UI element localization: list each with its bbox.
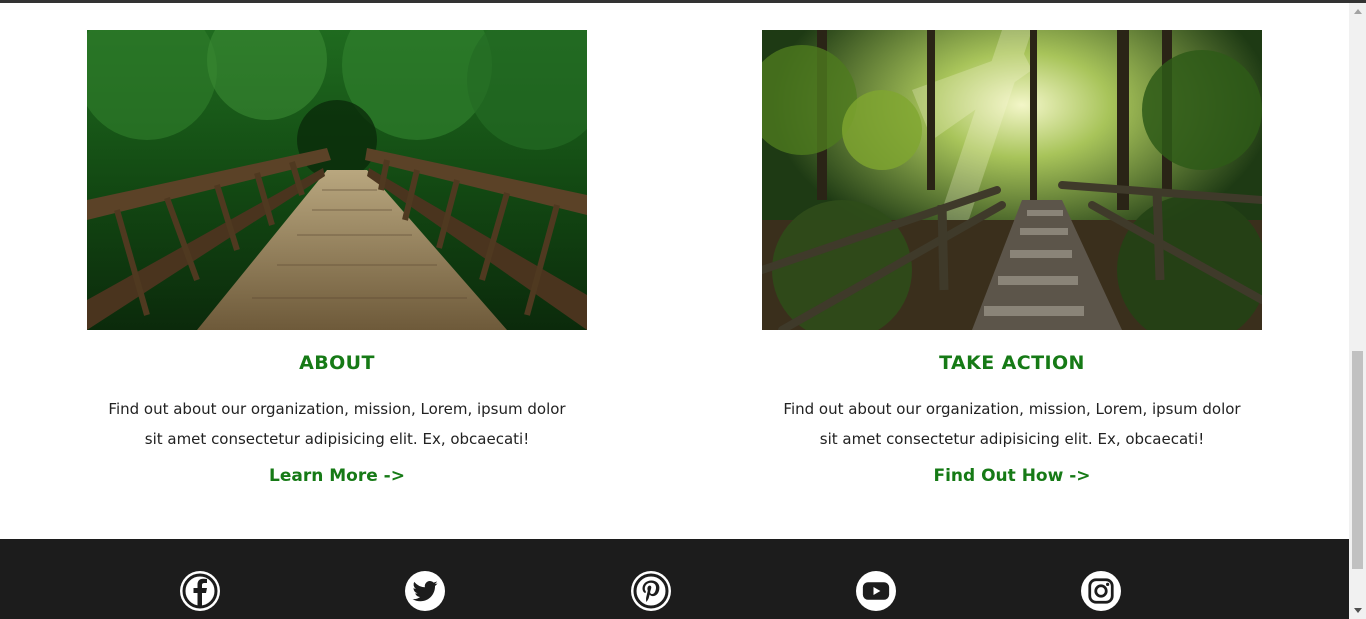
instagram-icon[interactable] — [1081, 571, 1121, 611]
find-out-how-link[interactable]: Find Out How -> — [933, 466, 1090, 486]
take-action-card: TAKE ACTION Find out about our organizat… — [762, 30, 1262, 486]
facebook-icon[interactable] — [180, 571, 220, 611]
scroll-up-arrow-icon[interactable] — [1349, 3, 1366, 20]
pinterest-icon[interactable] — [631, 571, 671, 611]
about-title: ABOUT — [299, 352, 375, 374]
about-description: Find out about our organization, mission… — [108, 400, 566, 448]
twitter-icon[interactable] — [405, 571, 445, 611]
page-content: ABOUT Find out about our organization, m… — [0, 0, 1349, 619]
vertical-scrollbar[interactable] — [1349, 3, 1366, 619]
take-action-description: Find out about our organization, mission… — [783, 400, 1241, 448]
learn-more-link[interactable]: Learn More -> — [269, 466, 405, 486]
youtube-icon[interactable] — [856, 571, 896, 611]
scroll-down-arrow-icon[interactable] — [1349, 602, 1366, 619]
scrollbar-thumb[interactable] — [1352, 351, 1363, 569]
forest-bridge-photo — [87, 30, 587, 330]
footer — [0, 539, 1349, 619]
forest-path-sunbeams-photo — [762, 30, 1262, 330]
about-card: ABOUT Find out about our organization, m… — [87, 30, 587, 486]
take-action-title: TAKE ACTION — [939, 352, 1085, 374]
